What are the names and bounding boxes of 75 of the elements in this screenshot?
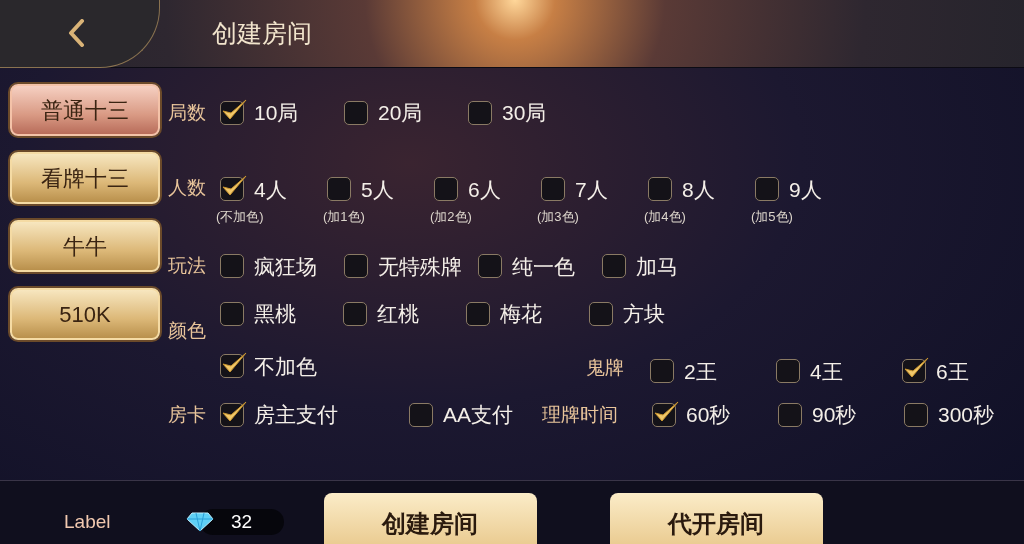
option-label: 2王 xyxy=(684,358,717,385)
option-label: 黑桃 xyxy=(254,301,296,327)
checkbox[interactable] xyxy=(589,301,613,326)
section-label: 房卡 xyxy=(168,402,207,427)
back-button[interactable] xyxy=(0,0,160,68)
checkbox[interactable] xyxy=(220,301,244,326)
option-label: 4人 xyxy=(254,176,287,203)
game-tab[interactable]: 普通十三 xyxy=(10,84,160,136)
option-label: 纯一色 xyxy=(512,253,575,280)
option-label: 疯狂场 xyxy=(254,253,317,280)
action-button[interactable]: 代开房间 xyxy=(609,493,823,544)
option-note: (加4色) xyxy=(644,208,686,226)
section-label: 人数 xyxy=(168,175,207,200)
section-label: 局数 xyxy=(168,100,207,125)
option-label: 60秒 xyxy=(686,402,731,428)
checkbox[interactable] xyxy=(904,402,928,427)
checkbox[interactable] xyxy=(344,254,368,279)
option-label: 加马 xyxy=(636,253,678,280)
option-label: 90秒 xyxy=(812,402,857,428)
option-label: 9人 xyxy=(789,176,822,203)
option-label: 300秒 xyxy=(938,402,995,428)
option-label: 红桃 xyxy=(377,301,419,327)
option-label: 方块 xyxy=(623,301,665,327)
option-label: 不加色 xyxy=(254,353,317,380)
option-label: AA支付 xyxy=(443,402,513,428)
checkbox[interactable] xyxy=(343,301,367,326)
option-label: 7人 xyxy=(575,176,608,203)
checkbox[interactable] xyxy=(434,177,458,202)
checked-checkbox[interactable] xyxy=(652,402,676,427)
option-label: 4王 xyxy=(810,358,843,385)
checked-checkbox[interactable] xyxy=(220,177,244,202)
option-label: 6王 xyxy=(936,358,969,385)
game-tab[interactable]: 看牌十三 xyxy=(10,152,160,204)
footer-label: Label xyxy=(64,510,111,534)
checkbox[interactable] xyxy=(344,100,368,125)
window-title: 创建房间 xyxy=(212,17,312,49)
option-label: 无特殊牌 xyxy=(378,253,462,280)
checkbox[interactable] xyxy=(468,100,492,125)
action-button[interactable]: 创建房间 xyxy=(323,493,537,544)
option-note: (加5色) xyxy=(751,208,793,226)
checked-checkbox[interactable] xyxy=(220,402,244,427)
game-tab[interactable]: 510K xyxy=(10,288,160,340)
checked-checkbox[interactable] xyxy=(220,354,244,379)
option-note: (加2色) xyxy=(430,208,472,226)
checkbox[interactable] xyxy=(602,254,626,279)
option-label: 房主支付 xyxy=(254,402,338,428)
checkbox[interactable] xyxy=(541,177,565,202)
option-label: 5人 xyxy=(361,176,394,203)
section-label: 鬼牌 xyxy=(586,356,625,380)
checkbox[interactable] xyxy=(220,254,244,279)
checked-checkbox[interactable] xyxy=(220,100,244,125)
option-label: 梅花 xyxy=(500,301,542,327)
section-label: 玩法 xyxy=(168,254,207,278)
checkbox[interactable] xyxy=(648,177,672,202)
checkbox[interactable] xyxy=(409,402,433,427)
checkbox[interactable] xyxy=(466,301,490,326)
option-note: (加3色) xyxy=(537,208,579,226)
checkbox[interactable] xyxy=(478,254,502,279)
section-label: 颜色 xyxy=(168,319,207,343)
option-note: (不加色) xyxy=(216,208,264,226)
checkbox[interactable] xyxy=(778,402,802,427)
option-label: 20局 xyxy=(378,100,423,126)
checkbox[interactable] xyxy=(650,359,674,384)
game-tab[interactable]: 牛牛 xyxy=(10,220,160,272)
option-note: (加1色) xyxy=(323,208,365,226)
checked-checkbox[interactable] xyxy=(902,359,926,384)
option-label: 8人 xyxy=(682,176,715,203)
checkbox[interactable] xyxy=(327,177,351,202)
checkbox[interactable] xyxy=(776,359,800,384)
option-label: 6人 xyxy=(468,176,501,203)
section-label: 理牌时间 xyxy=(542,402,619,427)
option-label: 30局 xyxy=(502,100,547,126)
option-label: 10局 xyxy=(254,100,299,126)
back-icon xyxy=(66,19,85,47)
checkbox[interactable] xyxy=(755,177,779,202)
